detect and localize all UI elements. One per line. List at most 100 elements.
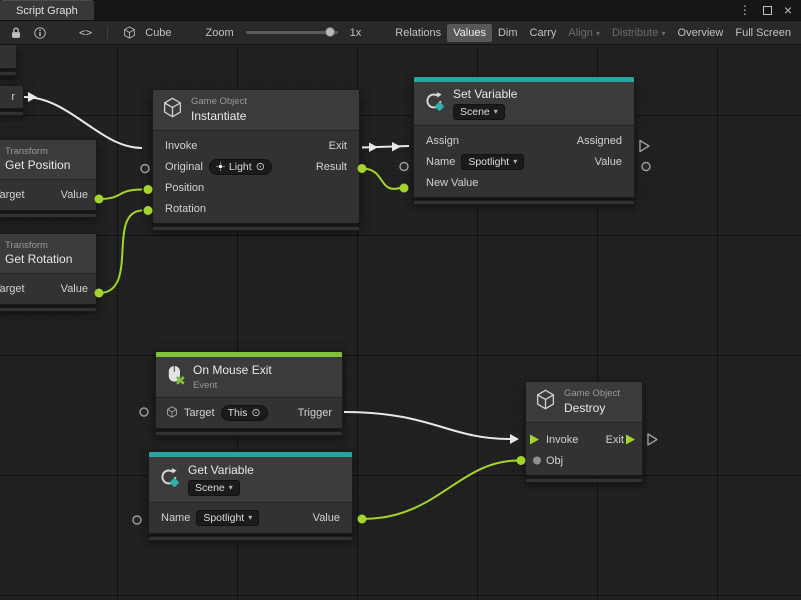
variable-name-dropdown[interactable]: Spotlight ▾ [461,154,524,170]
object-picker-icon[interactable]: ⊙ [251,405,260,421]
wire-trigger-to-invoke [344,412,510,439]
full-screen-button[interactable]: Full Screen [729,24,797,42]
chevron-down-icon: ▾ [596,29,600,38]
code-view-icon[interactable]: <> [74,26,97,39]
port-invoke-label: Invoke [546,434,578,446]
port-row: Obj [526,450,642,471]
wire-exit-to-assign [362,146,409,148]
node-instantiate[interactable]: Game Object Instantiate Invoke Exit Orig… [152,89,360,231]
port-original-label: Original [165,161,203,173]
port-row: Target Value [0,277,96,301]
zoom-slider[interactable] [246,31,338,34]
info-icon[interactable] [28,26,52,40]
node-destroy[interactable]: Game Object Destroy Invoke Exit Obj [525,381,643,483]
port-new-value-label: New Value [426,177,478,189]
wire-rotation-value [99,211,142,294]
variable-scope-dropdown[interactable]: Scene ▾ [188,480,240,496]
port-target-label: Target [184,407,215,419]
chevron-down-icon: ▾ [229,480,233,496]
wire-result-to-new-value [362,169,400,189]
object-field-light[interactable]: Light ⊙ [209,159,272,175]
object-name[interactable]: Cube [141,27,175,39]
lock-icon[interactable] [4,26,28,40]
port-assign-label: Assign [426,135,459,147]
zoom-label: Zoom [202,27,238,39]
align-dropdown[interactable]: Align ▾ [562,24,606,42]
node-subtitle: Event [193,380,217,391]
chevron-down-icon: ▾ [494,104,498,120]
port-exit-label: Exit [606,434,624,446]
overview-button[interactable]: Overview [672,24,730,42]
node-title: Set Variable [453,87,517,102]
port-set-variable-new-value [400,184,409,193]
port-set-variable-assigned [640,141,649,152]
object-picker-icon[interactable]: ⊙ [256,159,265,175]
window-controls: ⋮ × [739,0,801,20]
port-row: Name Spotlight ▾ Value [414,151,634,172]
variable-name-dropdown[interactable]: Spotlight ▾ [196,510,259,526]
node-set-variable[interactable]: Set Variable Scene ▾ Assign Assigned Nam… [413,76,635,205]
node-title: Destroy [564,401,605,416]
chevron-down-icon: ▾ [248,510,252,526]
node-category: Game Object [564,388,620,399]
menu-icon[interactable]: ⋮ [739,4,751,16]
port-value-label: Value [61,189,88,201]
port-destroy-exit-out [648,434,657,445]
port-mouse-exit-target [140,408,148,416]
tab-title: Script Graph [16,5,78,17]
node-title: Get Variable [188,463,254,478]
node-category: Game Object [191,96,247,107]
port-value-label: Value [313,512,340,524]
node-category: Transform [5,240,48,251]
graph-canvas[interactable]: r Transform Get Position Target Value Tr… [0,45,801,600]
node-fragment[interactable]: r [0,85,24,116]
variable-icon [423,90,445,117]
distribute-dropdown[interactable]: Distribute ▾ [606,24,672,42]
maximize-icon[interactable] [763,6,772,15]
chevron-down-icon: ▾ [513,154,517,170]
port-obj-label: Obj [546,455,563,467]
cube-icon [162,97,183,123]
node-fragment-top[interactable] [0,45,17,76]
port-row: Rotation [153,198,359,219]
node-title: Get Rotation [5,252,72,267]
relations-button[interactable]: Relations [389,24,447,42]
wire-position-value [99,190,142,200]
tab-bar: Script Graph ⋮ × [0,0,801,20]
node-category: Transform [5,146,48,157]
cube-icon [166,406,178,421]
port-instantiate-original [141,165,149,173]
zoom-value: 1x [346,27,366,39]
carry-button[interactable]: Carry [524,24,563,42]
node-get-position[interactable]: Transform Get Position Target Value [0,139,97,218]
port-assigned-label: Assigned [577,135,622,147]
node-get-rotation[interactable]: Transform Get Rotation Target Value [0,233,97,312]
port-row: Name Spotlight ▾ Value [149,507,352,529]
fragment-label: r [11,91,15,103]
port-invoke-label: Invoke [165,140,197,152]
port-set-variable-name [400,163,408,171]
cube-icon [118,26,141,39]
dim-button[interactable]: Dim [492,24,524,42]
variable-scope-dropdown[interactable]: Scene ▾ [453,104,505,120]
light-icon [216,162,225,171]
port-row: Assign Assigned [414,130,634,151]
graph-toolbar: <> Cube Zoom 1x Relations Values Dim Car… [0,20,801,45]
node-get-variable[interactable]: Get Variable Scene ▾ Name Spotlight ▾ Va… [148,451,353,541]
zoom-slider-handle[interactable] [325,27,335,37]
values-button[interactable]: Values [447,24,492,42]
port-row: Position [153,177,359,198]
mouse-exit-icon [165,365,185,390]
port-row: Invoke Exit [153,135,359,156]
node-title: Get Position [5,158,70,173]
chevron-down-icon: ▾ [662,29,666,38]
port-target-label: Target [0,283,25,295]
port-row: Original Light ⊙ Result [153,156,359,177]
object-field-this[interactable]: This ⊙ [221,405,268,421]
close-icon[interactable]: × [784,3,792,17]
port-name-label: Name [426,156,455,168]
variable-icon [158,466,180,493]
tab-script-graph[interactable]: Script Graph [0,0,94,20]
port-set-variable-value-out [642,163,650,171]
node-on-mouse-exit[interactable]: On Mouse Exit Event Target This ⊙ Trigge… [155,351,343,436]
